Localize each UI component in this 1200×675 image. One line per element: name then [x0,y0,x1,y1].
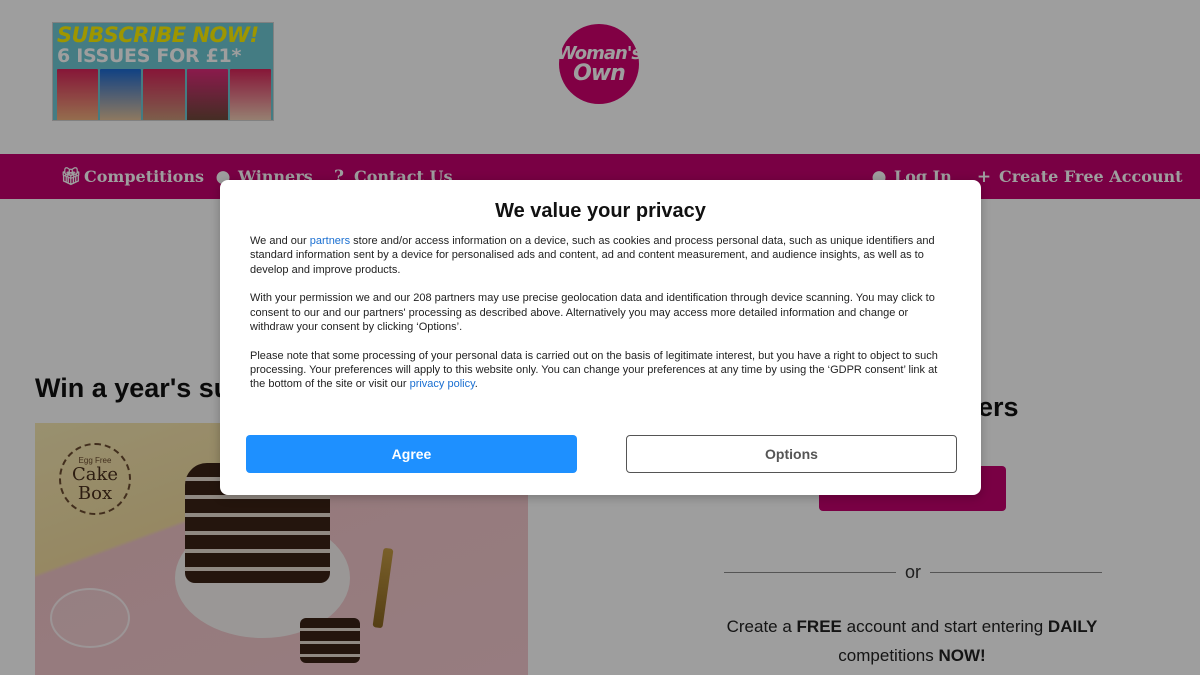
consent-paragraph-2: With your permission we and our 208 part… [250,292,935,333]
dialog-title: We value your privacy [495,200,706,222]
consent-paragraph-3: Please note that some processing of your… [250,349,952,392]
agree-button[interactable]: Agree [246,435,577,473]
consent-text: Please note that some processing of your… [250,349,938,391]
options-button[interactable]: Options [626,435,957,473]
consent-text: store and/or access information on a dev… [250,235,935,276]
consent-text: . [474,378,478,391]
consent-text: We and our [250,235,310,247]
dialog-body: We and our partners store and/or access … [250,234,952,406]
privacy-consent-dialog: We value your privacy We and our partner… [220,180,981,495]
consent-paragraph-1: We and our partners store and/or access … [250,234,952,277]
privacy-policy-link[interactable]: privacy policy [410,378,475,390]
partners-link[interactable]: partners [310,235,350,247]
